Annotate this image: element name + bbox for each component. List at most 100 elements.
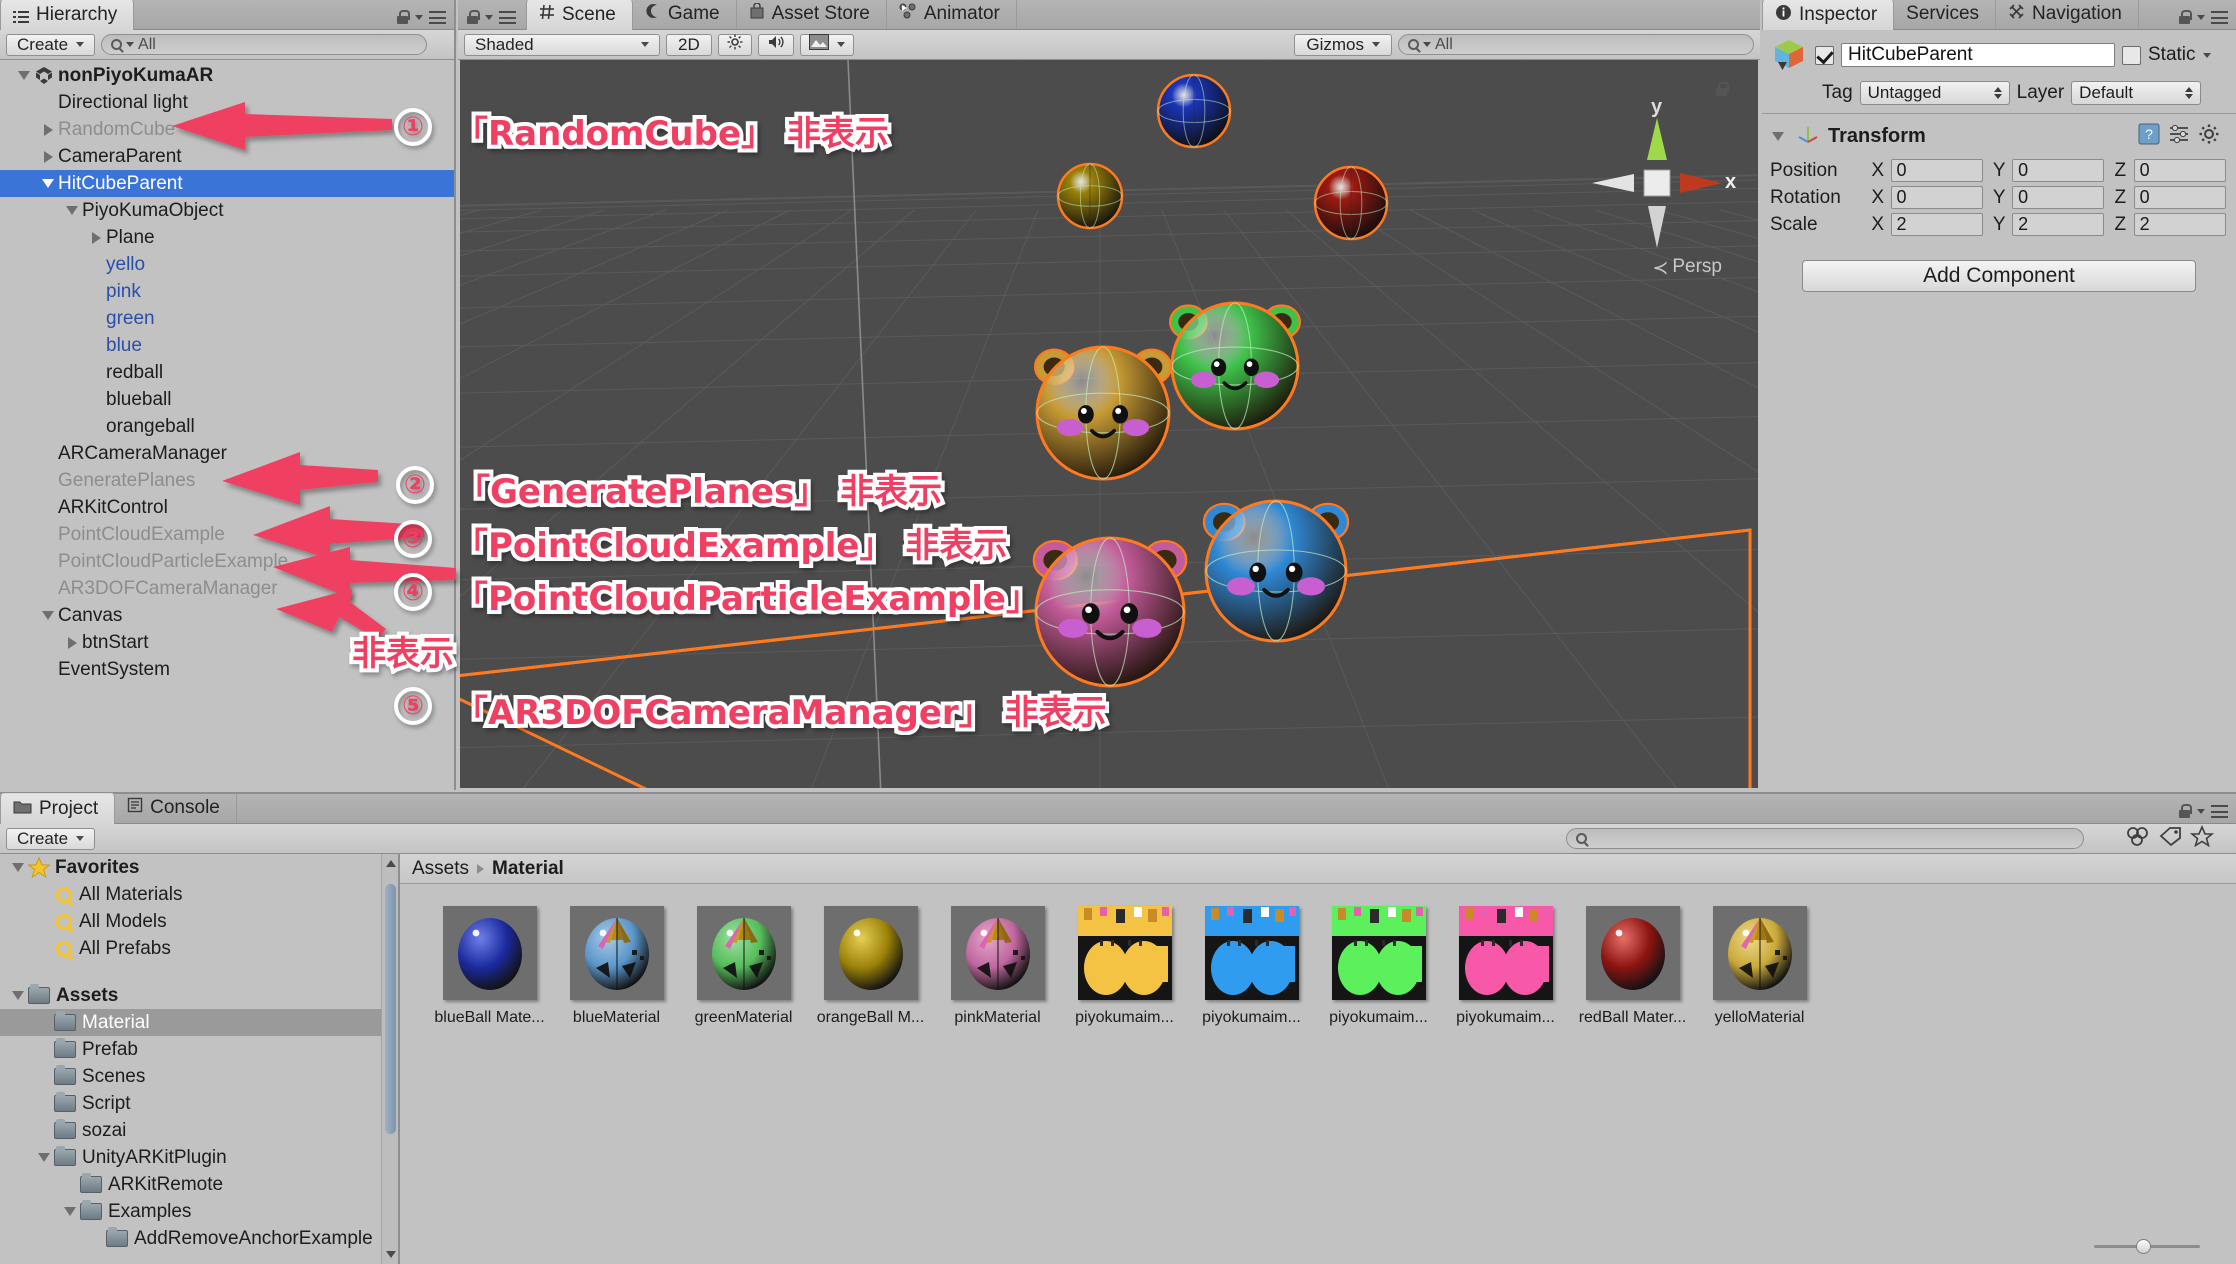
asset-zoom-slider[interactable] — [2094, 1238, 2200, 1254]
hierarchy-item-ar3dofcameramanager[interactable]: AR3DOFCameraManager — [0, 575, 454, 602]
transform-rotation-x-field[interactable]: 0 — [1890, 186, 1983, 209]
hierarchy-item-yello[interactable]: yello — [0, 251, 454, 278]
transform-foldout-icon[interactable] — [1768, 132, 1788, 141]
asset-thumbnail[interactable] — [569, 906, 664, 1000]
chevron-down-icon[interactable] — [415, 15, 423, 20]
scroll-up-arrow-icon[interactable] — [386, 860, 396, 867]
hierarchy-item-canvas[interactable]: Canvas — [0, 602, 454, 629]
hierarchy-item-arcameramanager[interactable]: ARCameraManager — [0, 440, 454, 467]
transform-rotation-z-field[interactable]: 0 — [2133, 186, 2226, 209]
hierarchy-item-nonpiyokumaar[interactable]: nonPiyoKumaAR — [0, 62, 454, 89]
project-folder-tree[interactable]: Favorites All Materials All Models All Pref… — [0, 854, 400, 1264]
scene-projection-label[interactable]: ≺ Persp — [1652, 255, 1722, 279]
asset-item[interactable]: piyokumaim... — [1450, 906, 1561, 1027]
tab-game[interactable]: Game — [633, 0, 737, 29]
scene-search-input[interactable]: All — [1398, 34, 1754, 55]
tag-dropdown[interactable]: Untagged — [1859, 81, 2010, 105]
toggle-2d-button[interactable]: 2D — [666, 33, 712, 56]
breadcrumb-item[interactable]: Assets — [412, 858, 469, 880]
asset-thumbnail[interactable] — [1204, 906, 1299, 1000]
hierarchy-item-blue[interactable]: blue — [0, 332, 454, 359]
lock-icon[interactable] — [2178, 10, 2192, 25]
chevron-down-icon[interactable] — [2197, 809, 2205, 814]
asset-thumbnail[interactable] — [823, 906, 918, 1000]
asset-item[interactable]: greenMaterial — [688, 906, 799, 1027]
favorite-star-icon[interactable] — [2189, 824, 2215, 852]
hierarchy-item-cameraparent[interactable]: CameraParent — [0, 143, 454, 170]
tab-services[interactable]: Services — [1894, 0, 1997, 29]
menu-icon[interactable] — [2211, 805, 2228, 818]
asset-thumbnail[interactable] — [1331, 906, 1426, 1000]
layer-dropdown[interactable]: Default — [2071, 81, 2202, 105]
transform-scale-y-field[interactable]: 2 — [2012, 213, 2105, 236]
gameobject-name-field[interactable]: HitCubeParent — [1841, 43, 2115, 67]
static-checkbox[interactable] — [2122, 45, 2141, 65]
hierarchy-item-directional-light[interactable]: Directional light — [0, 89, 454, 116]
tab-project[interactable]: Project — [0, 793, 116, 824]
tab-navigation[interactable]: Navigation — [1996, 0, 2139, 29]
foldout-icon[interactable] — [62, 206, 82, 215]
foldout-icon[interactable] — [14, 71, 34, 80]
foldout-icon[interactable] — [38, 179, 58, 188]
static-dropdown-icon[interactable] — [2202, 52, 2211, 58]
foldout-icon[interactable] — [8, 863, 28, 872]
foldout-icon[interactable] — [38, 123, 58, 136]
hierarchy-item-pointcloudparticleexample[interactable]: PointCloudParticleExample — [0, 548, 454, 575]
project-tree-item-scenes[interactable]: Scenes — [0, 1063, 398, 1090]
project-tree-scrollbar[interactable] — [381, 854, 398, 1264]
hierarchy-search-input[interactable]: All — [101, 34, 428, 55]
asset-item[interactable]: pinkMaterial — [942, 906, 1053, 1027]
scene-audio-toggle[interactable] — [757, 33, 794, 56]
hierarchy-item-randomcube[interactable]: RandomCube — [0, 116, 454, 143]
asset-thumbnail[interactable] — [442, 906, 537, 1000]
hierarchy-item-hitcubeparent[interactable]: HitCubeParent — [0, 170, 454, 197]
lock-icon[interactable] — [2178, 804, 2192, 819]
add-component-button[interactable]: Add Component — [1802, 260, 2196, 292]
asset-thumbnail[interactable] — [1712, 906, 1807, 1000]
hierarchy-item-piyokumaobject[interactable]: PiyoKumaObject — [0, 197, 454, 224]
transform-position-z-field[interactable]: 0 — [2133, 159, 2226, 182]
project-tree-item-unityarkitplugin[interactable]: UnityARKitPlugin — [0, 1144, 398, 1171]
project-create-button[interactable]: Create — [6, 827, 96, 850]
transform-rotation-y-field[interactable]: 0 — [2012, 186, 2105, 209]
tab-animator[interactable]: Animator — [887, 0, 1017, 29]
foldout-icon[interactable] — [38, 150, 58, 163]
asset-grid[interactable]: blueBall Mate... blueMaterial greenMateria… — [400, 884, 2236, 1264]
project-tree-item-all-prefabs[interactable]: All Prefabs — [0, 935, 398, 962]
hierarchy-item-orangeball[interactable]: orangeball — [0, 413, 454, 440]
project-tree-item-assets[interactable]: Assets — [0, 982, 398, 1009]
scene-effects-dropdown[interactable] — [799, 33, 854, 56]
hierarchy-item-pointcloudexample[interactable]: PointCloudExample — [0, 521, 454, 548]
slider-knob[interactable] — [2136, 1238, 2151, 1254]
transform-position-y-field[interactable]: 0 — [2012, 159, 2105, 182]
asset-item[interactable]: piyokumaim... — [1069, 906, 1180, 1027]
hierarchy-item-plane[interactable]: Plane — [0, 224, 454, 251]
foldout-icon[interactable] — [8, 991, 28, 1000]
tab-scene[interactable]: Scene — [526, 0, 633, 30]
menu-icon[interactable] — [499, 11, 516, 24]
transform-position-x-field[interactable]: 0 — [1890, 159, 1983, 182]
transform-scale-x-field[interactable]: 2 — [1890, 213, 1983, 236]
project-tree-item-all-materials[interactable]: All Materials — [0, 881, 398, 908]
asset-item[interactable]: redBall Mater... — [1577, 906, 1688, 1027]
project-tree-item-favorites[interactable]: Favorites — [0, 854, 398, 881]
preset-icon[interactable] — [2168, 123, 2190, 150]
asset-thumbnail[interactable] — [950, 906, 1045, 1000]
project-tree-item-script[interactable]: Script — [0, 1090, 398, 1117]
project-tree-item-addremoveanchorexample[interactable]: AddRemoveAnchorExample — [0, 1225, 398, 1252]
asset-item[interactable]: orangeBall M... — [815, 906, 926, 1027]
hierarchy-item-redball[interactable]: redball — [0, 359, 454, 386]
hierarchy-item-blueball[interactable]: blueball — [0, 386, 454, 413]
foldout-icon[interactable] — [38, 611, 58, 620]
project-tree-item-material[interactable]: Material — [0, 1009, 398, 1036]
hierarchy-item-eventsystem[interactable]: EventSystem — [0, 656, 454, 683]
chevron-down-icon[interactable] — [485, 15, 493, 20]
project-tree-item-arkitremote[interactable]: ARKitRemote — [0, 1171, 398, 1198]
tab-asset-store[interactable]: Asset Store — [737, 0, 887, 29]
asset-thumbnail[interactable] — [1458, 906, 1553, 1000]
gameobject-enabled-checkbox[interactable] — [1815, 45, 1834, 65]
asset-item[interactable]: piyokumaim... — [1323, 906, 1434, 1027]
asset-thumbnail[interactable] — [1077, 906, 1172, 1000]
project-tree-item-prefab[interactable]: Prefab — [0, 1036, 398, 1063]
gear-icon[interactable] — [2198, 123, 2228, 150]
